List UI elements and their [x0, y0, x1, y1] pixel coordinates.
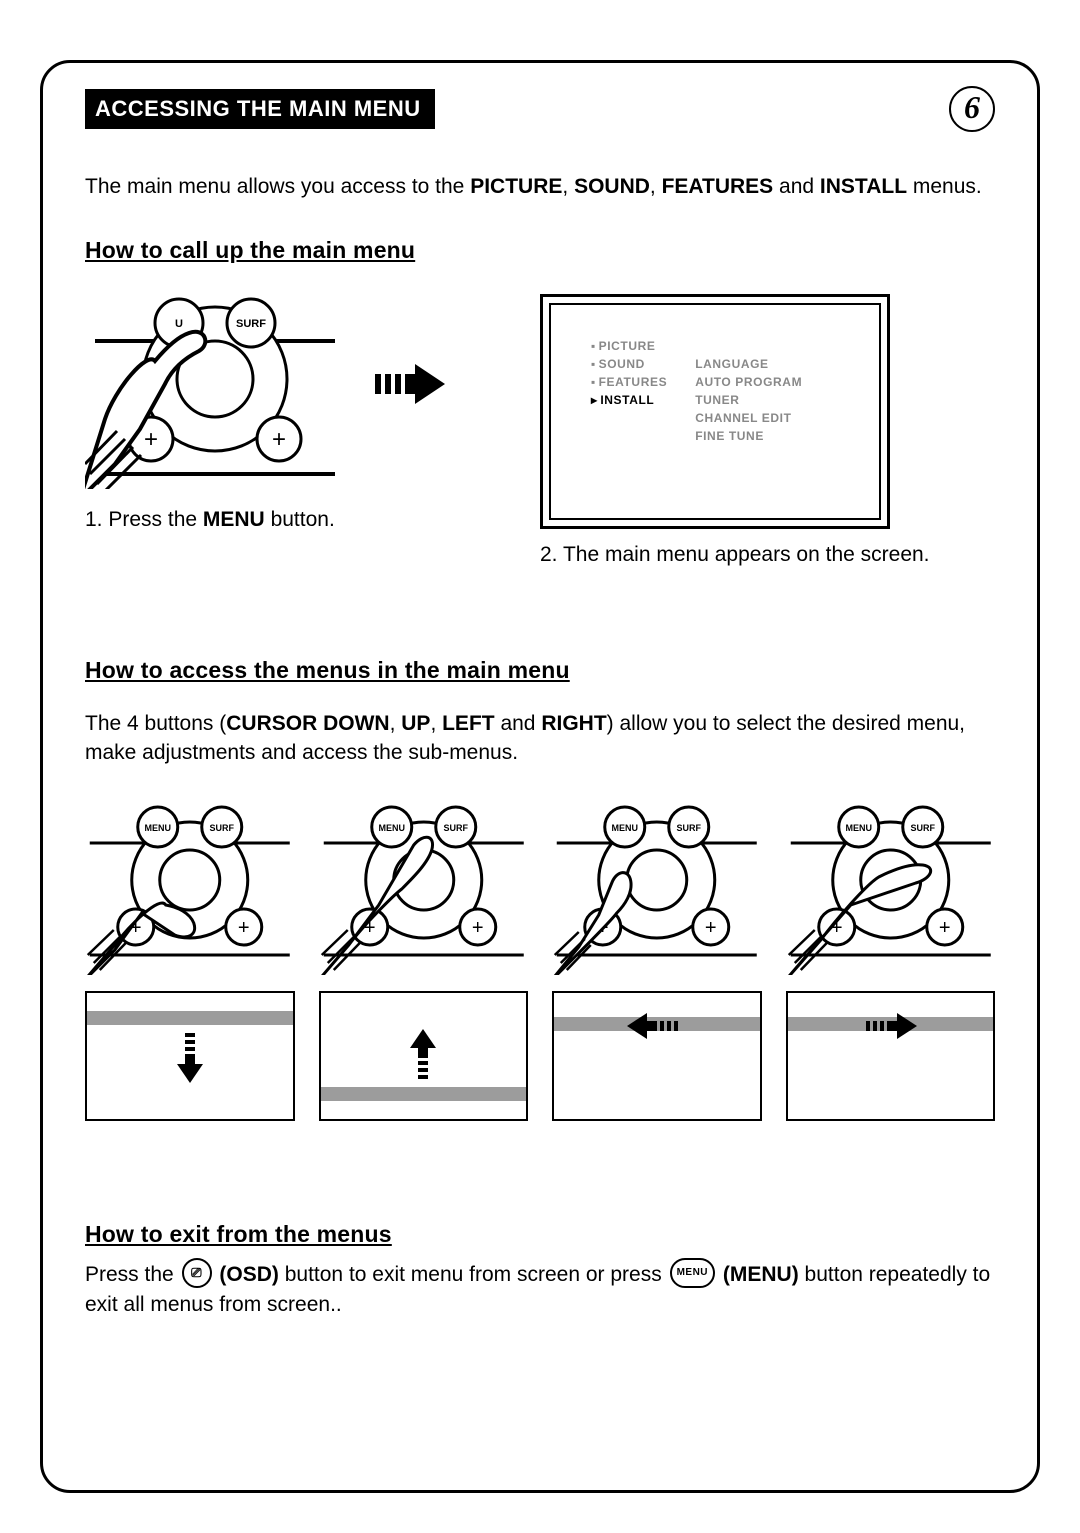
tv-menu-channel-edit: CHANNEL EDIT: [695, 409, 802, 427]
tv-menu-sound: SOUND: [591, 355, 667, 373]
mini-tv-down: [85, 991, 295, 1121]
page-number: 6: [964, 91, 980, 123]
intro-post: menus.: [907, 175, 982, 198]
tv-menu-features: FEATURES: [591, 373, 667, 391]
svg-text:+: +: [471, 917, 483, 939]
svg-text:MENU: MENU: [612, 823, 639, 833]
exit-osd-label: (OSD): [219, 1263, 279, 1286]
tv-menu-install: INSTALL: [591, 391, 667, 409]
page-number-badge: 6: [949, 86, 995, 132]
tv-menu-right-col: LANGUAGE AUTO PROGRAM TUNER CHANNEL EDIT…: [695, 337, 802, 445]
svg-text:+: +: [144, 426, 158, 453]
step1-b: MENU: [203, 508, 265, 531]
tv-menu-auto-program: AUTO PROGRAM: [695, 373, 802, 391]
mini-tv-left: [552, 991, 762, 1121]
exit-menu-label: (MENU): [723, 1263, 799, 1286]
page-frame: ACCESSING THE MAIN MENU 6 The main menu …: [40, 60, 1040, 1493]
step1-pre: 1. Press the: [85, 508, 203, 531]
svg-text:MENU: MENU: [845, 823, 872, 833]
mini-tv-up: [319, 991, 529, 1121]
intro-install: INSTALL: [820, 175, 907, 198]
four-remote-row: MENU SURF + +: [85, 795, 995, 1121]
svg-text:SURF: SURF: [236, 318, 266, 330]
body2-right: RIGHT: [541, 712, 606, 735]
exit-paragraph: Press the ⎚ (OSD) button to exit menu fr…: [85, 1260, 995, 1321]
svg-text:SURF: SURF: [677, 823, 702, 833]
arrow-right-small-icon: [860, 1011, 920, 1041]
remote-press-menu-illustration: U SURF + +: [85, 279, 345, 489]
arrow-up-icon: [408, 1019, 438, 1079]
osd-button-icon: ⎚: [182, 1258, 212, 1288]
tv-menu-picture: PICTURE: [591, 337, 667, 355]
tv-menu-fine-tune: FINE TUNE: [695, 427, 802, 445]
intro-sound: SOUND: [574, 175, 650, 198]
step1-post: button.: [265, 508, 335, 531]
intro-picture: PICTURE: [470, 175, 562, 198]
step1-caption: 1. Press the MENU button.: [85, 508, 520, 532]
svg-text:+: +: [938, 917, 950, 939]
arrow-left-icon: [627, 1011, 687, 1041]
arrow-down-icon: [175, 1033, 205, 1093]
svg-text:+: +: [705, 917, 717, 939]
intro-features: FEATURES: [662, 175, 774, 198]
remote-cursor-right: MENU SURF + +: [786, 795, 996, 1121]
intro-and: and: [773, 175, 820, 198]
section-heading: ACCESSING THE MAIN MENU: [85, 89, 435, 129]
remote-cursor-up: MENU SURF + +: [319, 795, 529, 1121]
tv-screen-illustration: PICTURE SOUND FEATURES INSTALL LANGUAGE …: [540, 294, 890, 529]
subheading-access-menus: How to access the menus in the main menu: [85, 657, 995, 684]
subheading-call-up: How to call up the main menu: [85, 237, 995, 264]
step2-column: PICTURE SOUND FEATURES INSTALL LANGUAGE …: [540, 274, 995, 567]
svg-text:+: +: [238, 917, 250, 939]
svg-text:SURF: SURF: [443, 823, 468, 833]
mini-tv-right: [786, 991, 996, 1121]
body2-pre: The 4 buttons (: [85, 712, 226, 735]
svg-text:MENU: MENU: [145, 823, 172, 833]
step1-column: U SURF + +: [85, 274, 540, 532]
access-menus-paragraph: The 4 buttons (CURSOR DOWN, UP, LEFT and…: [85, 710, 995, 767]
intro-paragraph: The main menu allows you access to the P…: [85, 173, 995, 201]
svg-text:SURF: SURF: [210, 823, 235, 833]
body2-left: LEFT: [442, 712, 495, 735]
tv-menu-left-col: PICTURE SOUND FEATURES INSTALL: [591, 337, 667, 409]
svg-text:MENU: MENU: [378, 823, 405, 833]
svg-text:SURF: SURF: [910, 823, 935, 833]
menu-button-icon: MENU: [670, 1258, 715, 1288]
intro-text: The main menu allows you access to the: [85, 175, 470, 198]
body2-up: UP: [401, 712, 430, 735]
body2-and: and: [495, 712, 542, 735]
tv-menu-language: LANGUAGE: [695, 355, 802, 373]
remote-cursor-left: MENU SURF + +: [552, 795, 762, 1121]
svg-text:+: +: [272, 426, 286, 453]
arrow-right-icon: [375, 362, 445, 406]
header-row: ACCESSING THE MAIN MENU 6: [85, 85, 995, 133]
exit-pre: Press the: [85, 1263, 180, 1286]
subheading-exit-menus: How to exit from the menus: [85, 1221, 995, 1248]
step2-caption: 2. The main menu appears on the screen.: [540, 543, 995, 567]
remote-cursor-down: MENU SURF + +: [85, 795, 295, 1121]
svg-text:U: U: [175, 318, 183, 330]
tv-menu-tuner: TUNER: [695, 391, 802, 409]
exit-mid: button to exit menu from screen or press: [279, 1263, 668, 1286]
body2-cursor-down: CURSOR DOWN: [226, 712, 389, 735]
